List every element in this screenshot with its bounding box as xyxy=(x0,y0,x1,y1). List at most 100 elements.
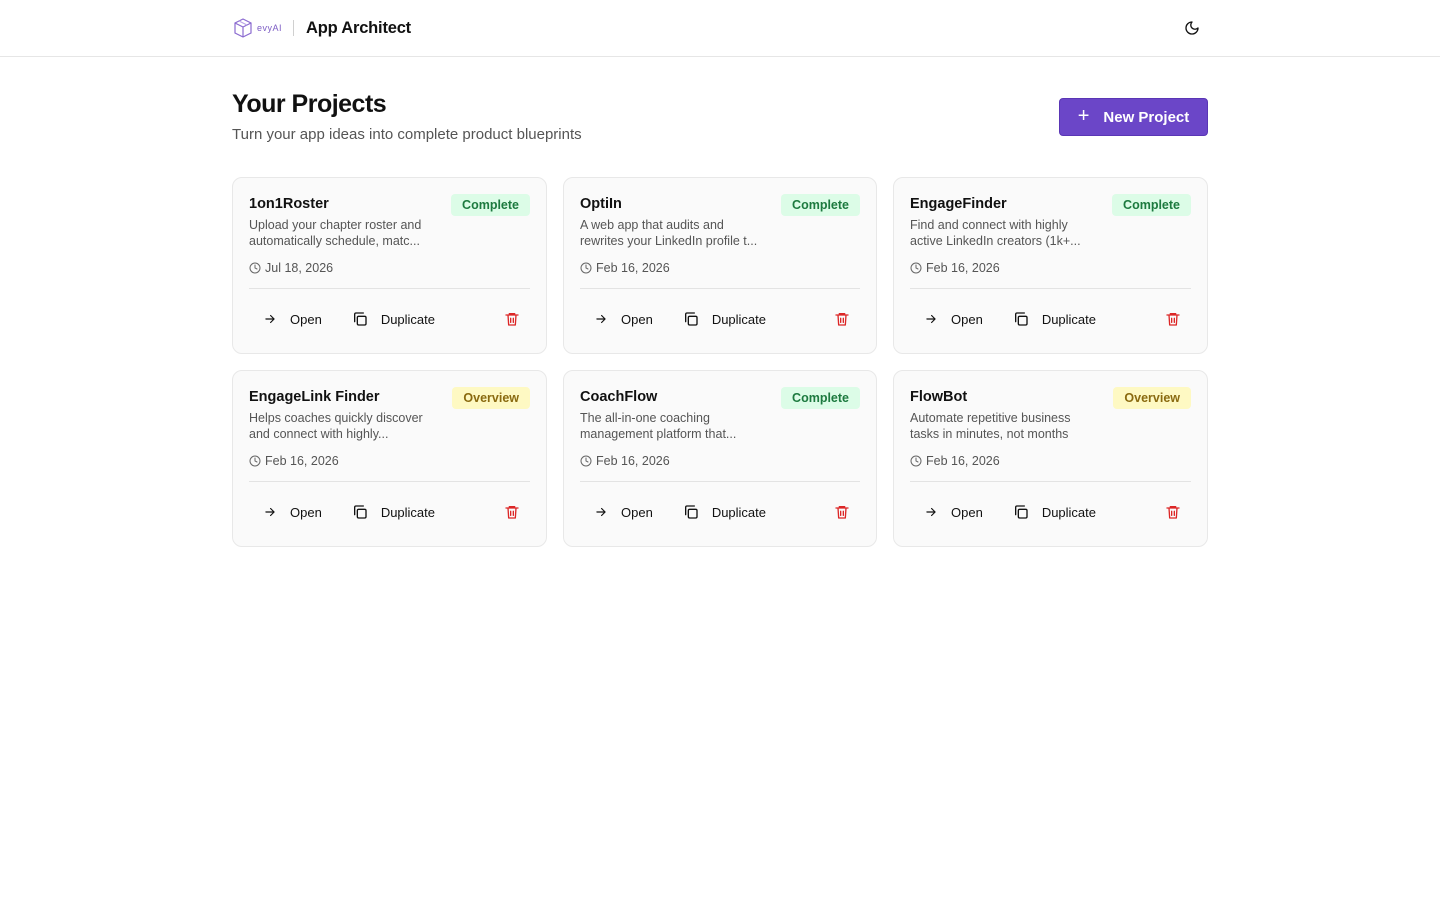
arrow-right-icon xyxy=(596,314,606,324)
copy-icon xyxy=(353,312,367,326)
project-card[interactable]: OptiIn Complete A web app that audits an… xyxy=(563,177,877,354)
project-name: EngageFinder xyxy=(910,196,1007,212)
clock-icon xyxy=(580,455,592,467)
clock-icon xyxy=(910,455,922,467)
open-button[interactable]: Open xyxy=(594,505,653,520)
brand-divider xyxy=(293,20,295,36)
new-project-button[interactable]: + New Project xyxy=(1059,98,1208,136)
delete-button[interactable] xyxy=(834,504,850,520)
brand: evyAI App Architect xyxy=(232,17,411,39)
duplicate-label: Duplicate xyxy=(380,311,436,327)
project-date: Feb 16, 2026 xyxy=(910,454,1191,468)
trash-icon xyxy=(1166,506,1180,519)
status-badge: Complete xyxy=(781,194,860,216)
description-line: and connect with highly... xyxy=(249,427,389,441)
status-badge: Complete xyxy=(1112,194,1191,216)
project-description: Upload your chapter roster and automatic… xyxy=(249,217,445,249)
moon-icon xyxy=(1185,21,1199,35)
date-text: Feb 16, 2026 xyxy=(926,454,1000,468)
description-line: tasks in minutes, not months xyxy=(910,427,1069,441)
duplicate-button[interactable]: Duplicate xyxy=(1013,311,1096,327)
open-button[interactable]: Open xyxy=(594,312,653,327)
open-label: Open xyxy=(621,311,653,327)
logo-text: evyAI xyxy=(257,23,283,33)
plus-icon: + xyxy=(1077,105,1090,127)
copy-icon xyxy=(684,505,698,519)
description-line: rewrites your LinkedIn profile t... xyxy=(580,234,758,248)
project-name: CoachFlow xyxy=(580,389,658,405)
copy-icon xyxy=(353,505,367,519)
card-divider xyxy=(580,288,860,289)
trash-icon xyxy=(505,313,519,326)
trash-icon xyxy=(835,313,849,326)
duplicate-button[interactable]: Duplicate xyxy=(1013,504,1096,520)
clock-icon xyxy=(910,262,922,274)
open-button[interactable]: Open xyxy=(924,505,983,520)
project-card[interactable]: FlowBot Overview Automate repetitive bus… xyxy=(893,370,1208,547)
project-date: Jul 18, 2026 xyxy=(249,261,530,275)
description-line: Upload your chapter roster and xyxy=(249,218,422,232)
card-divider xyxy=(910,481,1191,482)
page-header: Your Projects Turn your app ideas into c… xyxy=(232,89,1208,143)
evyai-logo[interactable]: evyAI xyxy=(232,17,282,39)
project-card[interactable]: CoachFlow Complete The all-in-one coachi… xyxy=(563,370,877,547)
new-project-label: New Project xyxy=(1103,108,1190,126)
duplicate-button[interactable]: Duplicate xyxy=(683,311,766,327)
project-date: Feb 16, 2026 xyxy=(249,454,530,468)
description-line: automatically schedule, matc... xyxy=(249,234,420,248)
open-button[interactable]: Open xyxy=(924,312,983,327)
copy-icon xyxy=(684,312,698,326)
theme-toggle-button[interactable] xyxy=(1174,10,1210,46)
open-button[interactable]: Open xyxy=(263,505,322,520)
trash-icon xyxy=(835,506,849,519)
status-badge: Overview xyxy=(452,387,530,409)
project-name: 1on1Roster xyxy=(249,196,329,212)
delete-button[interactable] xyxy=(504,311,520,327)
description-line: Automate repetitive business xyxy=(910,411,1071,425)
duplicate-button[interactable]: Duplicate xyxy=(352,311,435,327)
card-actions: Open Duplicate xyxy=(580,499,860,525)
project-description: Helps coaches quickly discover and conne… xyxy=(249,410,445,442)
project-card[interactable]: 1on1Roster Complete Upload your chapter … xyxy=(232,177,547,354)
card-divider xyxy=(249,288,530,289)
duplicate-label: Duplicate xyxy=(1041,504,1097,520)
project-description: The all-in-one coaching management platf… xyxy=(580,410,776,442)
card-actions: Open Duplicate xyxy=(249,306,530,332)
duplicate-button[interactable]: Duplicate xyxy=(683,504,766,520)
project-date: Feb 16, 2026 xyxy=(910,261,1191,275)
project-card[interactable]: EngageLink Finder Overview Helps coaches… xyxy=(232,370,547,547)
card-divider xyxy=(580,481,860,482)
open-label: Open xyxy=(290,311,322,327)
delete-button[interactable] xyxy=(504,504,520,520)
project-date: Feb 16, 2026 xyxy=(580,454,860,468)
arrow-right-icon xyxy=(926,507,936,517)
clock-icon xyxy=(249,455,261,467)
open-label: Open xyxy=(621,504,653,520)
delete-button[interactable] xyxy=(834,311,850,327)
open-button[interactable]: Open xyxy=(263,312,322,327)
copy-icon xyxy=(1014,312,1028,326)
open-label: Open xyxy=(951,311,983,327)
copy-icon xyxy=(1014,505,1028,519)
projects-grid: 1on1Roster Complete Upload your chapter … xyxy=(232,177,1208,547)
status-badge: Overview xyxy=(1113,387,1191,409)
description-line: A web app that audits and xyxy=(580,218,724,232)
project-description: Find and connect with highly active Link… xyxy=(910,217,1106,249)
description-line: Helps coaches quickly discover xyxy=(249,411,423,425)
project-description: Automate repetitive business tasks in mi… xyxy=(910,410,1106,442)
arrow-right-icon xyxy=(596,507,606,517)
open-label: Open xyxy=(290,504,322,520)
page-title: Your Projects xyxy=(232,90,387,118)
cube-logo-icon xyxy=(234,18,252,38)
description-line: management platform that... xyxy=(580,427,737,441)
app-title: App Architect xyxy=(306,18,411,37)
date-text: Feb 16, 2026 xyxy=(265,454,339,468)
trash-icon xyxy=(505,506,519,519)
delete-button[interactable] xyxy=(1165,311,1181,327)
duplicate-button[interactable]: Duplicate xyxy=(352,504,435,520)
project-card[interactable]: EngageFinder Complete Find and connect w… xyxy=(893,177,1208,354)
description-line: active LinkedIn creators (1k+... xyxy=(910,234,1081,248)
date-text: Feb 16, 2026 xyxy=(926,261,1000,275)
delete-button[interactable] xyxy=(1165,504,1181,520)
page-subtitle: Turn your app ideas into complete produc… xyxy=(232,126,582,143)
